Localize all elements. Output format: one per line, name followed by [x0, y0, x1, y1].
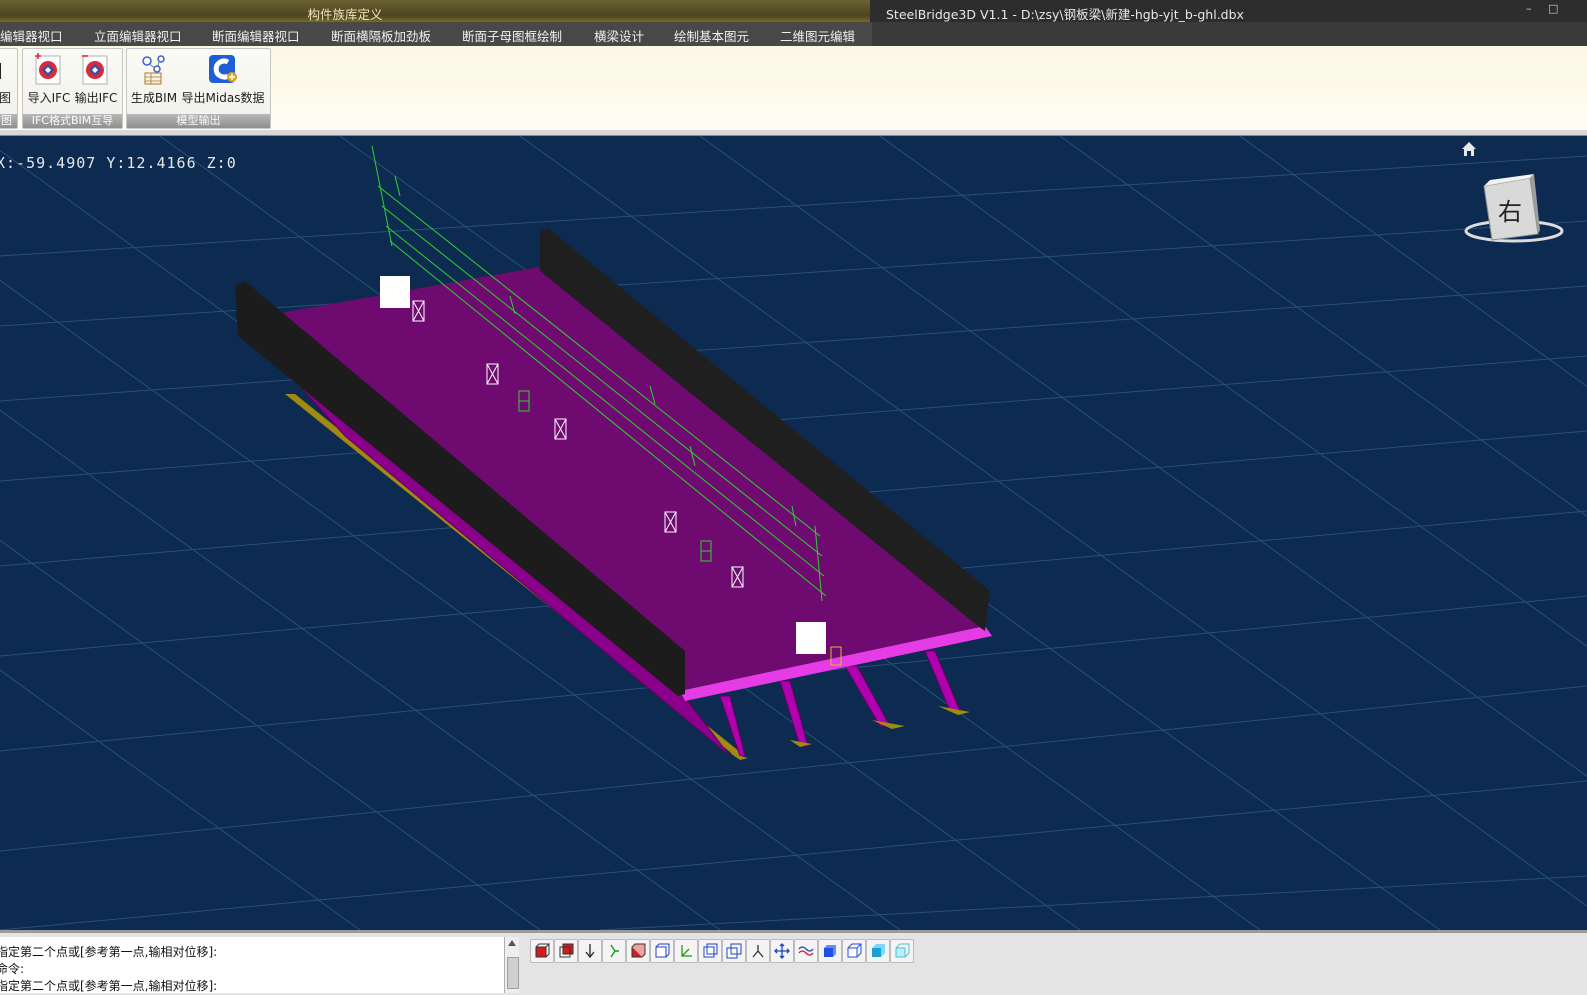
xray-button[interactable] [890, 939, 914, 963]
view-cube-face-label: 右 [1498, 198, 1522, 226]
top-view-icon [585, 944, 595, 959]
export-midas-label: 导出Midas数据 [181, 91, 265, 105]
bottom-view-button[interactable] [602, 939, 626, 963]
ribbon-group-partial: 图 图 [0, 48, 18, 129]
left-view-button[interactable] [626, 939, 650, 963]
generate-bim-label: 生成BIM [130, 91, 178, 105]
ribbon-panel: 图 图 导入IFC 输出IFC IFC格式BIM互导 生成BIM 导出Midas… [0, 46, 1587, 131]
right-view-button[interactable] [650, 939, 674, 963]
tab-elevation-editor[interactable]: 立面编辑器视口 [94, 26, 182, 45]
command-line: 指定第二个点或[参考第一点,输相对位移]: [0, 979, 218, 993]
solid-button[interactable] [818, 939, 842, 963]
import-ifc-label: 导入IFC [27, 91, 71, 105]
export-ifc-label: 输出IFC [74, 91, 118, 105]
command-log[interactable]: 指定第二个点或[参考第一点,输相对位移]: 命令: 指定第二个点或[参考第一点,… [0, 937, 517, 993]
iso-view-sw-icon [703, 943, 718, 958]
export-midas-button[interactable]: 导出Midas数据 [179, 53, 267, 113]
right-view-icon [655, 943, 670, 958]
partial-button[interactable]: 图 [0, 53, 15, 113]
tab-2d-edit[interactable]: 二维图元编辑 [780, 26, 855, 45]
tab-crossbeam-design[interactable]: 横梁设计 [594, 26, 644, 45]
export-ifc-button[interactable]: 输出IFC [73, 53, 119, 113]
pan-button[interactable] [770, 939, 794, 963]
command-area: 指定第二个点或[参考第一点,输相对位移]: 命令: 指定第二个点或[参考第一点,… [0, 930, 1587, 995]
bottom-flanges [730, 706, 970, 760]
left-view-icon [631, 943, 646, 958]
wire-cube-icon [847, 943, 862, 958]
maximize-button[interactable]: □ [1548, 2, 1558, 15]
tab-draw-primitives[interactable]: 绘制基本图元 [674, 26, 749, 45]
partial-button-label: 图 [0, 91, 12, 105]
xray-icon [895, 943, 910, 958]
wave-button[interactable] [794, 939, 818, 963]
ribbon-group-ifc: 导入IFC 输出IFC IFC格式BIM互导 [22, 48, 123, 129]
tab-section-frame[interactable]: 断面子母图框绘制 [462, 26, 562, 45]
tab-diaphragm-stiffener[interactable]: 断面横隔板加劲板 [331, 26, 431, 45]
ribbon-tabs: 编辑器视口 立面编辑器视口 断面编辑器视口 断面横隔板加劲板 断面子母图框绘制 … [0, 22, 1587, 46]
top-view-button[interactable] [578, 939, 602, 963]
3d-viewport[interactable]: X:-59.4907 Y:12.4166 Z:0 右 [0, 136, 1587, 930]
front-view-icon [535, 943, 551, 958]
iso-view-se-button[interactable] [722, 939, 746, 963]
partial-icon [0, 63, 1, 79]
scroll-up-icon[interactable] [508, 940, 516, 946]
app-title: SteelBridge3D V1.1 - D:\zsy\钢板梁\新建-hgb-y… [886, 7, 1244, 22]
shaded-icon [872, 944, 885, 957]
bottom-view-icon [610, 944, 619, 958]
command-line: 命令: [0, 962, 25, 976]
command-line: 指定第二个点或[参考第一点,输相对位移]: [0, 945, 218, 959]
partial-group-label: 图 [0, 114, 17, 128]
pan-icon [774, 943, 790, 959]
generate-bim-button[interactable]: 生成BIM [129, 53, 179, 113]
title-bar: 构件族库定义 SteelBridge3D V1.1 - D:\zsy\钢板梁\新… [0, 0, 1587, 24]
model-group-label: 模型输出 [127, 114, 270, 128]
ifc-group-label: IFC格式BIM互导 [23, 114, 122, 128]
command-scrollbar[interactable] [504, 937, 519, 993]
shaded-button[interactable] [866, 939, 890, 963]
export-ifc-icon [82, 55, 108, 85]
context-tab-header: 构件族库定义 [0, 0, 870, 24]
iso-view-sw-button[interactable] [698, 939, 722, 963]
midas-export-icon [209, 55, 237, 83]
import-ifc-icon [35, 53, 61, 85]
solid-icon [824, 945, 836, 957]
front-view-button[interactable] [530, 939, 554, 963]
tab-editor-viewport[interactable]: 编辑器视口 [0, 26, 63, 45]
ribbon-group-model: 生成BIM 导出Midas数据 模型输出 [126, 48, 271, 129]
wire-cube-button[interactable] [842, 939, 866, 963]
scene-canvas [0, 136, 1587, 930]
minimize-button[interactable]: – [1526, 2, 1532, 15]
back-view-icon [559, 943, 574, 958]
axis-view-button[interactable] [674, 939, 698, 963]
home-icon[interactable] [1460, 140, 1478, 158]
axis-view-icon [681, 945, 692, 957]
back-view-button[interactable] [554, 939, 578, 963]
context-title: 构件族库定义 [307, 7, 383, 22]
view-cube[interactable]: 右 [1462, 174, 1572, 254]
person-view-button[interactable] [746, 939, 770, 963]
scroll-thumb[interactable] [507, 957, 519, 989]
generate-bim-icon [142, 55, 165, 85]
person-view-icon [752, 945, 764, 958]
import-ifc-button[interactable]: 导入IFC [25, 53, 73, 113]
coordinate-readout: X:-59.4907 Y:12.4166 Z:0 [0, 154, 237, 172]
tab-section-editor[interactable]: 断面编辑器视口 [212, 26, 300, 45]
iso-view-se-icon [726, 943, 742, 959]
wave-icon [798, 946, 814, 956]
